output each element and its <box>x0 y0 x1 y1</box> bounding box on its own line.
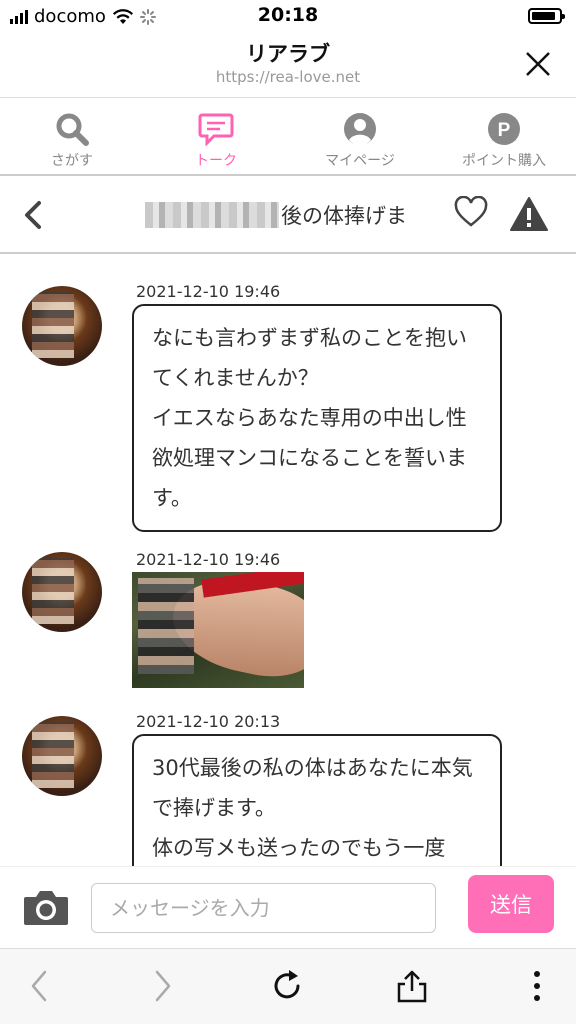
tab-points[interactable]: P ポイント購入 <box>432 98 576 174</box>
clock: 20:18 <box>257 4 319 26</box>
reload-icon[interactable] <box>272 969 304 1003</box>
page-title: リアラブ <box>246 42 330 66</box>
message-composer: 送信 <box>0 866 576 946</box>
browser-forward-icon[interactable] <box>152 969 174 1003</box>
tab-label: ポイント購入 <box>462 153 546 169</box>
browser-toolbar <box>0 948 576 1024</box>
svg-text:P: P <box>498 120 511 141</box>
message-input[interactable] <box>91 883 436 933</box>
tab-label: さがす <box>51 153 93 169</box>
pixelated-name-mask <box>145 202 279 228</box>
message-bubble: なにも言わずまず私のことを抱いてくれませんか？ イエスならあなた専用の中出し性欲処… <box>132 304 502 532</box>
tab-talk[interactable]: トーク <box>144 98 288 174</box>
chat-header: 後の体捧げま <box>0 176 576 254</box>
browser-back-icon[interactable] <box>28 969 50 1003</box>
message-text: 30代最後の私の体はあなたに本気で捧げます。 体の写メも送ったのでもう一度 <box>152 756 473 860</box>
avatar[interactable] <box>22 716 102 796</box>
message-timestamp: 2021-12-10 19:46 <box>136 282 281 301</box>
send-button[interactable]: 送信 <box>468 875 554 933</box>
browser-header: リアラブ https://rea-love.net <box>0 32 576 98</box>
message-timestamp: 2021-12-10 20:13 <box>136 712 281 731</box>
message-list[interactable]: 2021-12-10 19:46 なにも言わずまず私のことを抱いてくれませんか？… <box>0 256 576 866</box>
partner-name-text: 後の体捧げま <box>281 204 407 228</box>
close-icon[interactable] <box>524 50 552 78</box>
point-icon: P <box>488 113 520 145</box>
more-menu-icon[interactable] <box>530 969 544 1003</box>
message-timestamp: 2021-12-10 19:46 <box>136 550 281 569</box>
status-bar: docomo 20:18 <box>0 0 576 32</box>
tab-label: マイページ <box>325 153 395 169</box>
avatar[interactable] <box>22 286 102 366</box>
camera-icon[interactable] <box>22 887 70 927</box>
back-chevron-icon[interactable] <box>22 200 44 230</box>
tab-search[interactable]: さがす <box>0 98 144 174</box>
heart-icon[interactable] <box>454 196 488 228</box>
chat-icon <box>198 113 234 146</box>
warning-icon[interactable] <box>509 196 549 232</box>
tab-label: トーク <box>195 153 237 169</box>
message-bubble: 30代最後の私の体はあなたに本気で捧げます。 体の写メも送ったのでもう一度 <box>132 734 502 866</box>
tab-mypage[interactable]: マイページ <box>288 98 432 174</box>
share-icon[interactable] <box>396 969 428 1003</box>
partner-name: 後の体捧げま <box>145 200 407 230</box>
user-icon <box>344 113 376 146</box>
message-text: なにも言わずまず私のことを抱いてくれませんか？ イエスならあなた専用の中出し性欲処… <box>152 326 467 510</box>
battery-icon <box>528 8 565 24</box>
search-icon <box>56 113 89 146</box>
page-url: https://rea-love.net <box>215 68 361 86</box>
tab-bar: さがす トーク マイページ P ポイント購入 <box>0 98 576 176</box>
avatar[interactable] <box>22 552 102 632</box>
message-photo[interactable] <box>132 572 304 688</box>
